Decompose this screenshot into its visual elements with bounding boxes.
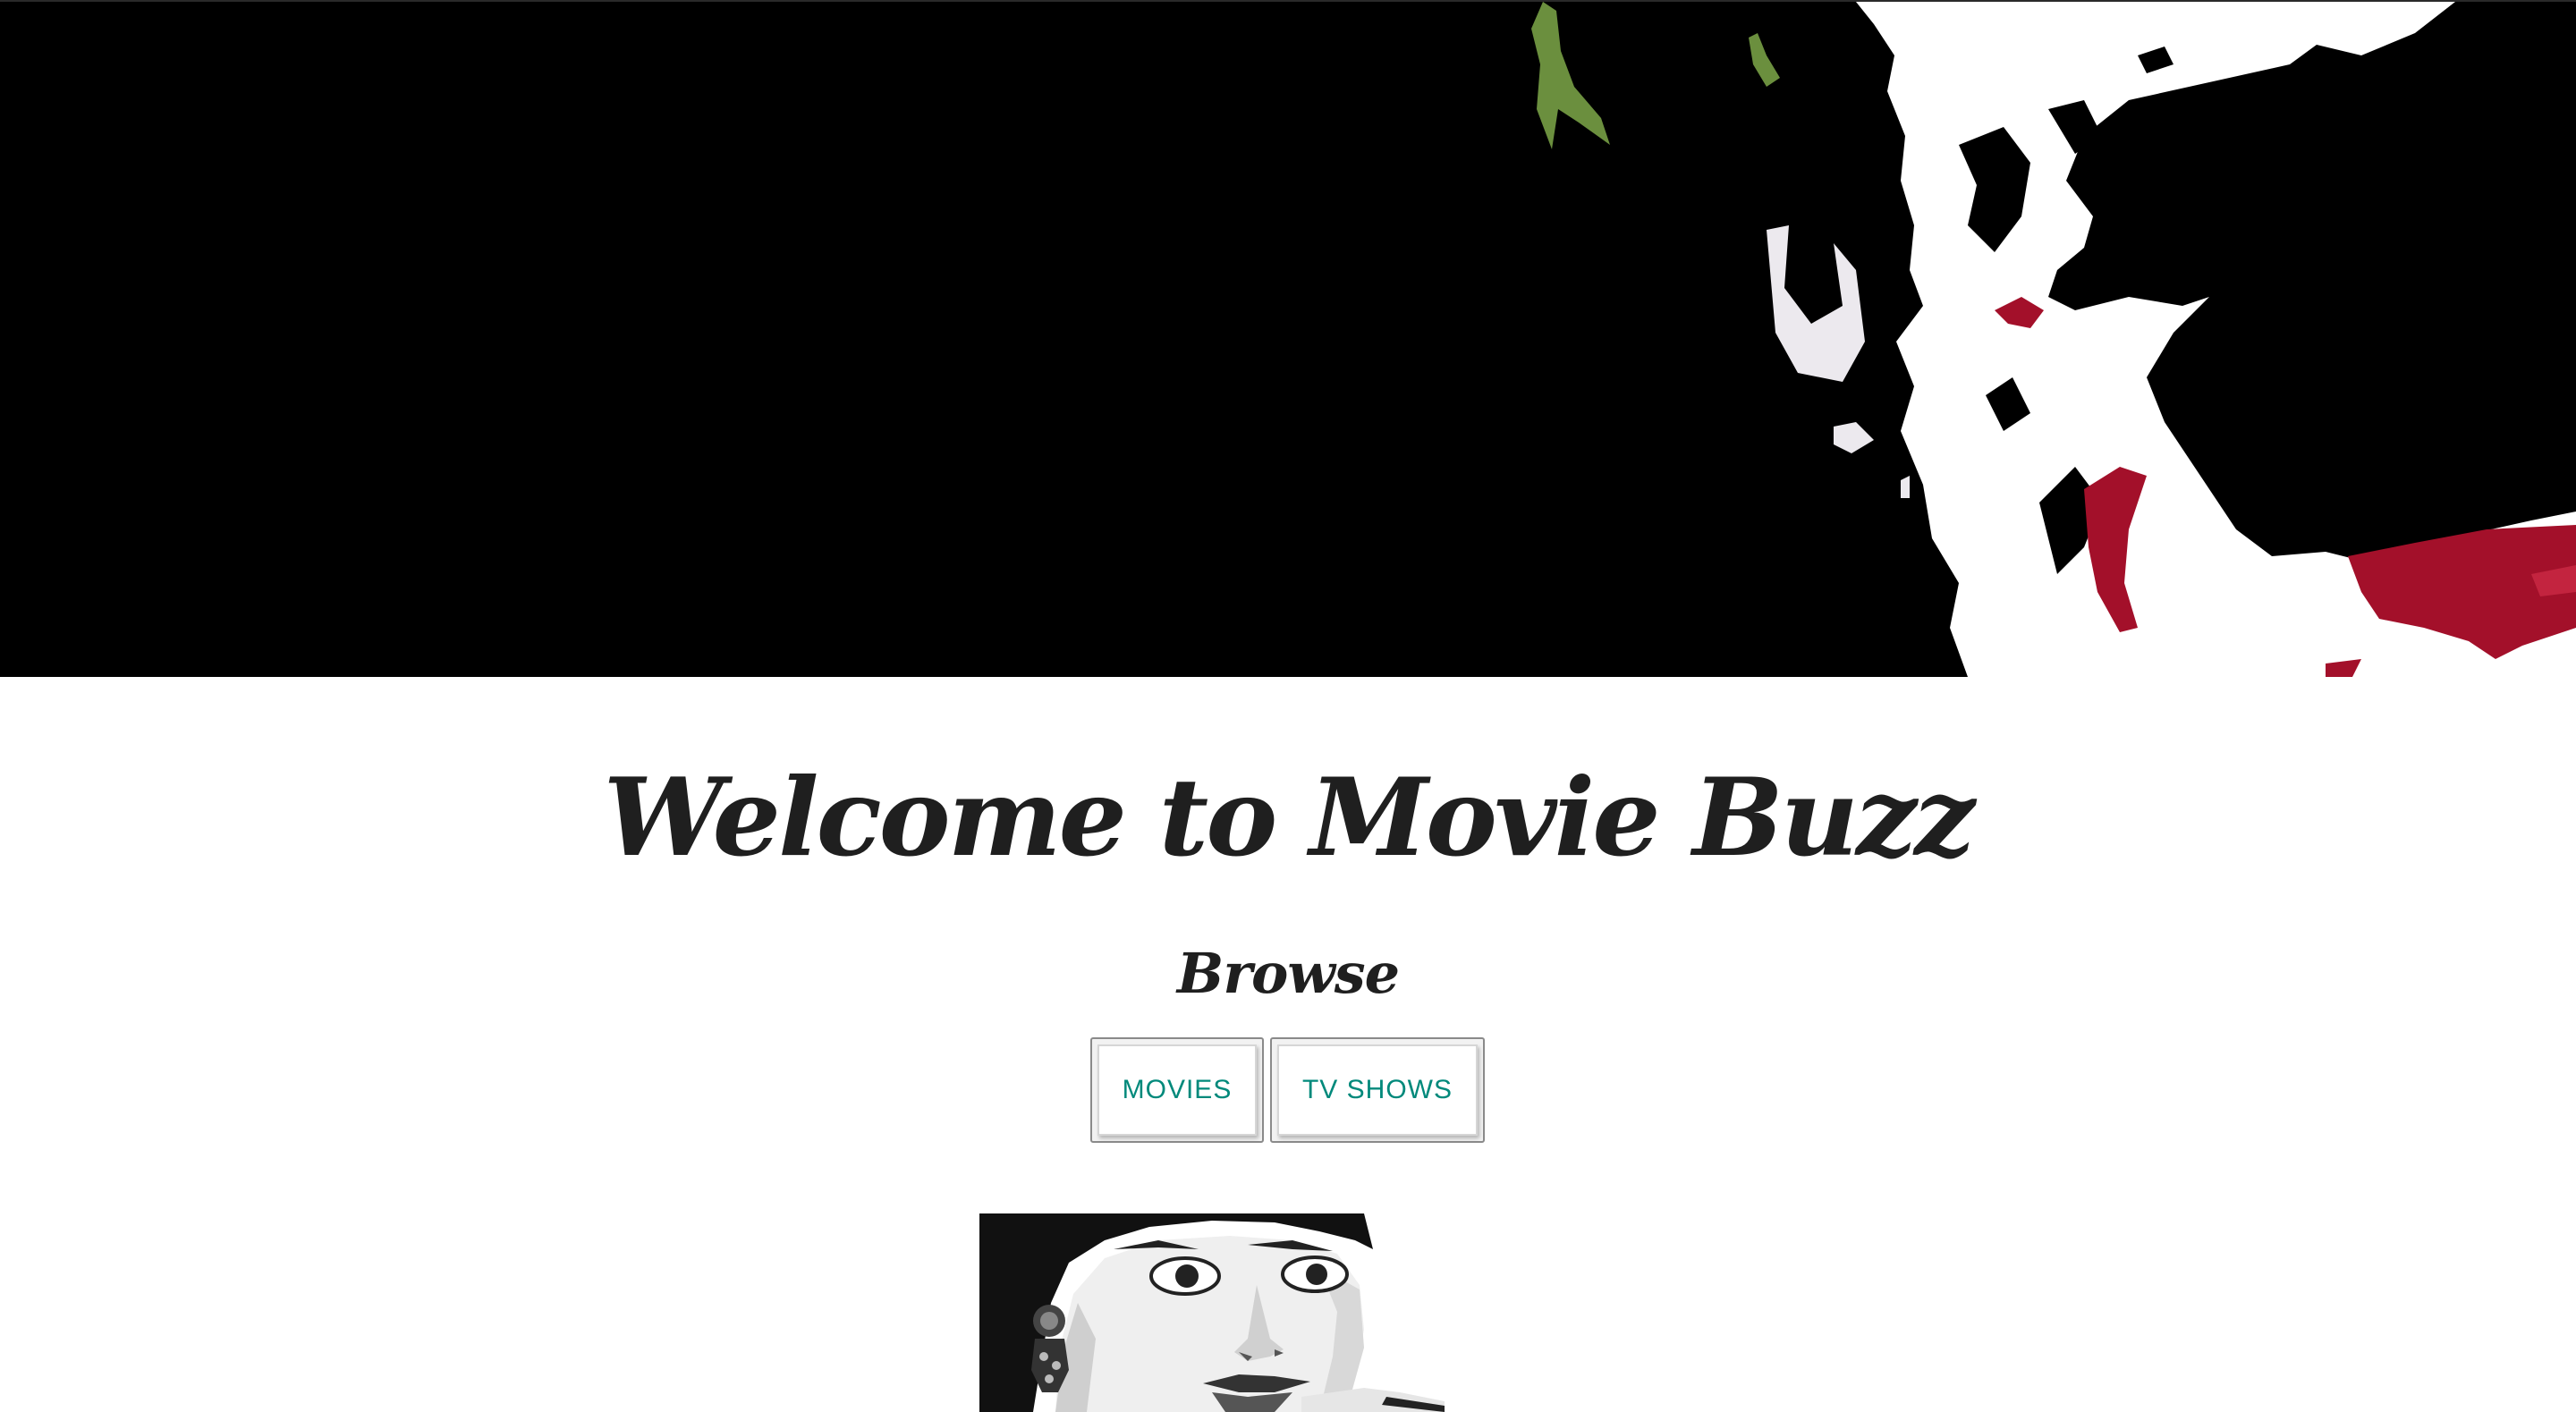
page-title: Welcome to Movie Buzz — [603, 755, 1976, 881]
tv-shows-button-label: TV SHOWS — [1277, 1044, 1478, 1136]
portrait-image — [979, 1213, 1445, 1412]
tv-shows-button[interactable]: TV SHOWS — [1270, 1037, 1485, 1143]
movies-button[interactable]: MOVIES — [1090, 1037, 1264, 1143]
audrey-portrait-image — [979, 1213, 1445, 1412]
home-page: Welcome to Movie Buzz Browse MOVIES TV S… — [0, 0, 2576, 1412]
browse-heading: Browse — [1176, 941, 1400, 1006]
joker-banner-image — [0, 2, 2576, 677]
movies-button-label: MOVIES — [1097, 1044, 1257, 1136]
hero-banner — [0, 2, 2576, 677]
